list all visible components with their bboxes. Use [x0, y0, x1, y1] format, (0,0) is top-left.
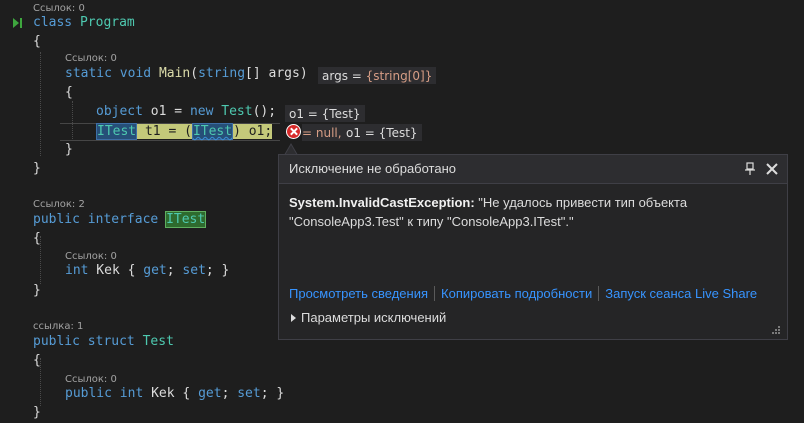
- code-text: Kek {: [88, 263, 144, 278]
- code-line: class Program: [33, 15, 135, 31]
- exception-type: System.InvalidCastException:: [289, 195, 475, 210]
- type-name: Test: [221, 104, 253, 119]
- datatip-label: args =: [322, 69, 366, 83]
- keyword: get: [198, 386, 222, 401]
- codelens-references[interactable]: Ссылок: 0: [65, 251, 117, 263]
- code-line: }: [33, 405, 41, 420]
- keyword: set: [237, 386, 261, 401]
- view-details-link[interactable]: Просмотреть сведения: [289, 286, 428, 301]
- error-icon[interactable]: [286, 124, 301, 139]
- resize-grip-icon[interactable]: [769, 325, 781, 335]
- close-icon[interactable]: [765, 162, 779, 176]
- codelens-references[interactable]: Ссылок: 0: [65, 53, 117, 65]
- keyword: string: [198, 66, 246, 81]
- datatip-o1-second[interactable]: o1 = {Test}: [342, 124, 422, 141]
- run-to-click-icon[interactable]: [12, 17, 24, 29]
- code-text: ; }: [205, 263, 230, 278]
- keyword: int: [119, 386, 144, 401]
- codelens-references[interactable]: ссылка: 1: [33, 321, 83, 333]
- keyword: class: [33, 15, 73, 30]
- code-line: {: [33, 34, 41, 49]
- method-name: Main: [158, 66, 191, 81]
- keyword: object: [96, 104, 143, 119]
- datatip-o1[interactable]: o1 = {Test}: [285, 105, 365, 122]
- code-line: }: [65, 142, 73, 157]
- code-text: t1 = (: [137, 124, 192, 139]
- link-separator: [598, 286, 600, 302]
- keyword: public: [33, 334, 80, 349]
- type-name-highlighted: ITest: [191, 123, 234, 140]
- keyword: new: [189, 104, 214, 119]
- keyword: void: [119, 66, 152, 81]
- punctuation: (: [190, 66, 199, 81]
- exception-statement-highlight: t1 = (ITest) o1;: [137, 123, 273, 140]
- code-text: Kek {: [143, 386, 199, 401]
- class-name: Program: [79, 15, 135, 30]
- code-text: o1 =: [150, 104, 190, 119]
- code-line: static void Main(string[] args): [65, 66, 308, 82]
- code-line: }: [33, 283, 41, 298]
- keyword: static: [65, 66, 112, 81]
- type-name-highlighted: ITest: [96, 123, 138, 140]
- code-text: ;: [166, 263, 183, 278]
- code-text: [] args): [245, 66, 308, 81]
- exception-message: System.InvalidCastException: "Не удалось…: [289, 193, 769, 231]
- popup-title: Исключение не обработано: [289, 161, 457, 176]
- code-line: {: [33, 231, 41, 246]
- keyword: set: [182, 263, 206, 278]
- code-line: public interface ITest: [33, 211, 207, 228]
- code-line: {: [33, 353, 41, 368]
- datatip-args[interactable]: args = {string[0]}: [318, 67, 437, 84]
- keyword: public: [33, 212, 80, 227]
- code-line: public int Kek { get; set; }: [65, 386, 284, 402]
- code-line: public struct Test: [33, 334, 174, 350]
- codelens-references[interactable]: Ссылок: 0: [33, 3, 85, 15]
- code-line: {: [65, 85, 73, 100]
- keyword: get: [143, 263, 167, 278]
- datatip-value: = null,: [302, 126, 342, 140]
- code-text: ();: [252, 104, 277, 119]
- datatip-value: {string[0]}: [365, 69, 433, 83]
- struct-name: Test: [142, 334, 174, 349]
- popup-header: Исключение не обработано: [279, 155, 787, 184]
- codelens-references[interactable]: Ссылок: 0: [65, 374, 117, 386]
- exception-settings-expander[interactable]: Параметры исключений: [291, 310, 446, 325]
- pin-icon[interactable]: [745, 162, 755, 176]
- interface-name-highlighted: ITest: [165, 211, 207, 228]
- code-line: int Kek { get; set; }: [65, 263, 229, 279]
- link-separator: [434, 286, 436, 302]
- expand-triangle-icon: [291, 313, 296, 322]
- keyword: int: [65, 263, 89, 278]
- code-text: ;: [221, 386, 238, 401]
- code-line: }: [33, 161, 41, 176]
- code-line: object o1 = new Test();: [96, 104, 276, 120]
- code-editor[interactable]: Ссылок: 0 class Program { Ссылок: 0 stat…: [0, 0, 804, 423]
- exception-settings-label: Параметры исключений: [301, 310, 447, 325]
- datatip-t1[interactable]: = null,: [302, 124, 346, 141]
- keyword: interface: [87, 212, 159, 227]
- keyword: struct: [87, 334, 135, 349]
- codelens-references[interactable]: Ссылок: 2: [33, 199, 85, 211]
- exception-links: Просмотреть сведения Копировать подробнос…: [289, 286, 757, 304]
- exception-helper-popup: Исключение не обработано System.InvalidC…: [278, 154, 788, 340]
- copy-details-link[interactable]: Копировать подробности: [441, 286, 592, 301]
- keyword: public: [65, 386, 112, 401]
- live-share-link[interactable]: Запуск сеанса Live Share: [605, 286, 757, 301]
- code-line-current: ITest t1 = (ITest) o1;: [96, 123, 273, 140]
- indent-guide: [40, 52, 41, 156]
- code-text: ; }: [260, 386, 285, 401]
- code-text: ) o1;: [233, 124, 273, 139]
